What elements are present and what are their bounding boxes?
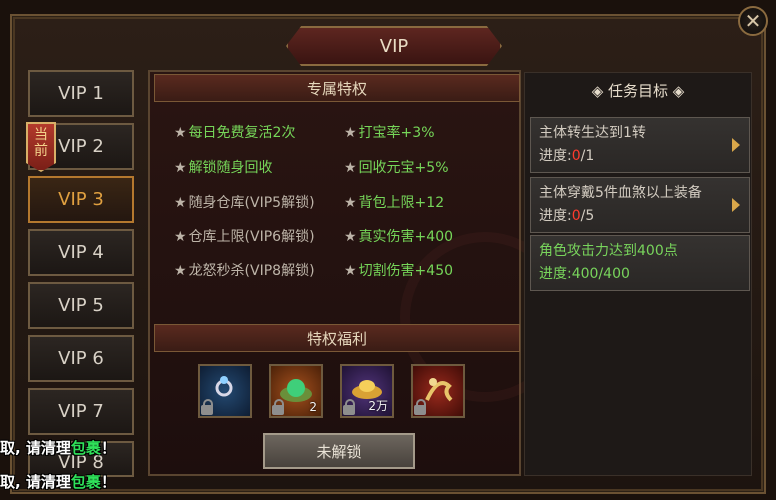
tab-label: VIP 5	[58, 295, 104, 316]
perk-text: 仓库上限(VIP6解锁)	[188, 229, 315, 245]
task-title: ◈ 任务目标 ◈	[524, 80, 752, 101]
lock-icon	[343, 399, 355, 415]
lock-icon	[414, 399, 426, 415]
current-level-badge: 当 前	[26, 122, 56, 172]
benefits-title: 特权福利	[306, 329, 367, 348]
star-icon: ★	[344, 195, 357, 211]
item-qty: 2万	[368, 399, 388, 413]
system-toast-2: 取, 请清理包裹！	[0, 471, 116, 492]
progress-total: /5	[580, 208, 595, 224]
task-text: 角色攻击力达到400点	[539, 243, 678, 259]
tab-vip-6[interactable]: VIP 6	[28, 335, 134, 382]
toast-suffix: ！	[100, 439, 116, 457]
toast-suffix: ！	[100, 473, 116, 491]
perk-text: 随身仓库(VIP5解锁)	[188, 195, 315, 211]
lock-icon	[201, 399, 213, 415]
tab-label: VIP 1	[58, 83, 104, 104]
star-icon: ★	[174, 195, 187, 211]
toast-text: 取, 请清理	[0, 439, 71, 457]
tab-label: VIP 7	[58, 401, 104, 422]
star-icon: ★	[344, 229, 357, 245]
benefit-item-4[interactable]	[411, 364, 465, 418]
tab-vip-7[interactable]: VIP 7	[28, 388, 134, 435]
benefit-item-3[interactable]: 2万	[340, 364, 394, 418]
tab-label: VIP 6	[58, 348, 104, 369]
current-badge-text: 当 前	[34, 127, 48, 159]
progress-total: /1	[580, 148, 595, 164]
task-progress: 进度:0/1	[539, 145, 749, 168]
star-icon: ★	[174, 229, 187, 245]
tab-vip-3[interactable]: VIP 3	[28, 176, 134, 223]
progress-current: 0	[571, 148, 581, 164]
privileges-header: 专属特权	[154, 74, 520, 102]
perk-text: 打宝率+3%	[358, 125, 435, 141]
star-icon: ★	[344, 263, 357, 279]
perk-left-2: ★ 解锁随身回收	[174, 157, 273, 177]
item-qty: 2	[309, 400, 317, 414]
benefit-item-2[interactable]: 2	[269, 364, 323, 418]
toast-highlight: 包裹	[70, 439, 101, 457]
tab-label: VIP 3	[58, 189, 104, 210]
close-icon: ✕	[744, 9, 762, 33]
perk-right-4: ★ 真实伤害+400	[344, 226, 453, 246]
progress-label: 进度:	[539, 208, 572, 224]
tab-label: VIP 2	[58, 136, 104, 157]
task-item-2[interactable]: 主体穿戴5件血煞以上装备 进度:0/5	[530, 177, 750, 233]
window-title: VIP	[286, 26, 502, 66]
perk-left-3: ★ 随身仓库(VIP5解锁)	[174, 192, 315, 212]
perk-text: 背包上限+12	[358, 195, 445, 211]
tab-vip-1[interactable]: VIP 1	[28, 70, 134, 117]
benefit-item-1[interactable]	[198, 364, 252, 418]
toast-highlight: 包裹	[70, 473, 101, 491]
benefits-header: 特权福利	[154, 324, 520, 352]
go-arrow-icon[interactable]	[732, 138, 740, 152]
perk-text: 龙怒秒杀(VIP8解锁)	[188, 263, 315, 279]
perk-text: 回收元宝+5%	[358, 160, 449, 176]
task-text: 主体穿戴5件血煞以上装备	[539, 185, 702, 201]
star-icon: ★	[174, 263, 187, 279]
progress-current: 400	[571, 266, 599, 282]
tab-vip-4[interactable]: VIP 4	[28, 229, 134, 276]
unlock-button[interactable]: 未解锁	[263, 433, 415, 469]
task-item-1[interactable]: 主体转生达到1转 进度:0/1	[530, 117, 750, 173]
progress-label: 进度:	[539, 148, 572, 164]
progress-current: 0	[571, 208, 581, 224]
close-button[interactable]: ✕	[738, 6, 768, 36]
perk-right-3: ★ 背包上限+12	[344, 192, 444, 212]
task-title-text: ◈ 任务目标 ◈	[591, 82, 685, 100]
perk-left-5: ★ 龙怒秒杀(VIP8解锁)	[174, 260, 315, 280]
privileges-title: 专属特权	[306, 79, 367, 98]
task-text: 主体转生达到1转	[539, 125, 646, 141]
task-item-3: 角色攻击力达到400点 进度:400/400	[530, 235, 750, 291]
progress-label: 进度:	[539, 266, 572, 282]
toast-text: 取, 请清理	[0, 473, 71, 491]
window-title-text: VIP	[379, 35, 409, 57]
task-progress: 进度:0/5	[539, 205, 749, 228]
lock-icon	[272, 399, 284, 415]
progress-total: /400	[598, 266, 630, 282]
perk-text: 解锁随身回收	[188, 160, 273, 176]
perk-left-4: ★ 仓库上限(VIP6解锁)	[174, 226, 315, 246]
perk-text: 切割伤害+450	[358, 263, 454, 279]
star-icon: ★	[344, 160, 357, 176]
perk-left-1: ★ 每日免费复活2次	[174, 122, 295, 142]
tab-label: VIP 4	[58, 242, 104, 263]
star-icon: ★	[174, 125, 187, 141]
perk-right-5: ★ 切割伤害+450	[344, 260, 453, 280]
unlock-button-label: 未解锁	[316, 442, 362, 461]
star-icon: ★	[174, 160, 187, 176]
perk-text: 每日免费复活2次	[188, 125, 296, 141]
system-toast-1: 取, 请清理包裹！	[0, 437, 116, 458]
tab-vip-5[interactable]: VIP 5	[28, 282, 134, 329]
go-arrow-icon[interactable]	[732, 198, 740, 212]
perk-text: 真实伤害+400	[358, 229, 454, 245]
perk-right-2: ★ 回收元宝+5%	[344, 157, 449, 177]
star-icon: ★	[344, 125, 357, 141]
task-progress: 进度:400/400	[539, 263, 749, 286]
perk-right-1: ★ 打宝率+3%	[344, 122, 435, 142]
